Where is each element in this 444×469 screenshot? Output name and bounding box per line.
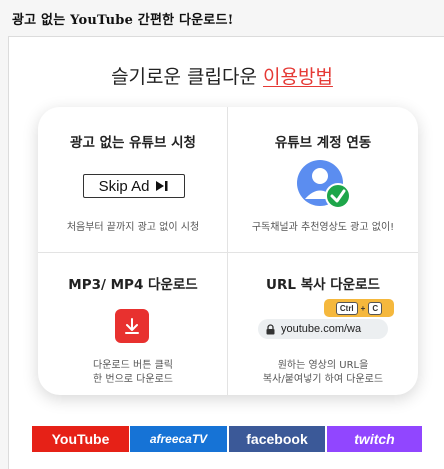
- headline: 슬기로운 클립다운 이용방법: [0, 62, 444, 89]
- afreecatv-logo: afreecaTV: [130, 426, 227, 452]
- feature-account-title: 유튜브 계정 연동: [274, 135, 372, 151]
- platform-logos: YouTube afreecaTV facebook twitch: [32, 426, 422, 452]
- headline-prefix: 슬기로운 클립다운: [111, 66, 263, 88]
- skip-ad-button: Skip Ad: [83, 174, 185, 198]
- feature-url-desc-line2: 복사/붙여넣기 하여 다운로드: [262, 374, 384, 385]
- skip-next-icon: [156, 181, 168, 191]
- usage-guide-link[interactable]: 이용방법: [263, 66, 333, 88]
- c-key: C: [368, 301, 383, 315]
- download-icon: [115, 309, 149, 343]
- feature-mp3-title: MP3/ MP4 다운로드: [68, 277, 198, 293]
- plus-sign: +: [360, 303, 366, 313]
- feature-card: 광고 없는 유튜브 시청 Skip Ad 처음부터 끝까지 광고 없이 시청 유…: [38, 107, 418, 395]
- feature-url-desc-line1: 원하는 영상의 URL을: [277, 360, 369, 371]
- feature-mp3-desc-line2: 한 번으로 다운로드: [93, 374, 173, 385]
- feature-ad-free-desc: 처음부터 끝까지 광고 없이 시청: [66, 222, 200, 233]
- lock-icon: [266, 323, 275, 334]
- feature-mp3-mp4: MP3/ MP4 다운로드 다운로드 버튼 클릭 한 번으로 다운로드: [38, 253, 228, 397]
- feature-mp3-desc-line1: 다운로드 버튼 클릭: [93, 360, 173, 371]
- feature-ad-free-title: 광고 없는 유튜브 시청: [70, 135, 196, 151]
- feature-url-title: URL 복사 다운로드: [266, 277, 380, 293]
- facebook-logo: facebook: [229, 426, 325, 452]
- twitch-logo: twitch: [327, 426, 422, 452]
- copy-shortcut-badge: Ctrl + C: [324, 299, 394, 317]
- feature-ad-free: 광고 없는 유튜브 시청 Skip Ad 처음부터 끝까지 광고 없이 시청: [38, 107, 228, 251]
- page-header-title: 광고 없는 YouTube 간편한 다운로드!: [12, 13, 234, 28]
- url-text: youtube.com/wa: [281, 323, 362, 335]
- feature-account-desc: 구독채널과 추천영상도 광고 없이!: [251, 222, 395, 233]
- youtube-logo: YouTube: [32, 426, 129, 452]
- ctrl-key: Ctrl: [335, 301, 358, 315]
- account-user-icon: [297, 160, 351, 209]
- url-bar: youtube.com/wa: [258, 319, 388, 339]
- feature-url-copy: URL 복사 다운로드 Ctrl + C youtube.com/wa 원하는 …: [228, 253, 418, 397]
- feature-account: 유튜브 계정 연동 구독채널과 추천영상도 광고 없이!: [228, 107, 418, 251]
- skip-ad-label: Skip Ad: [98, 177, 150, 195]
